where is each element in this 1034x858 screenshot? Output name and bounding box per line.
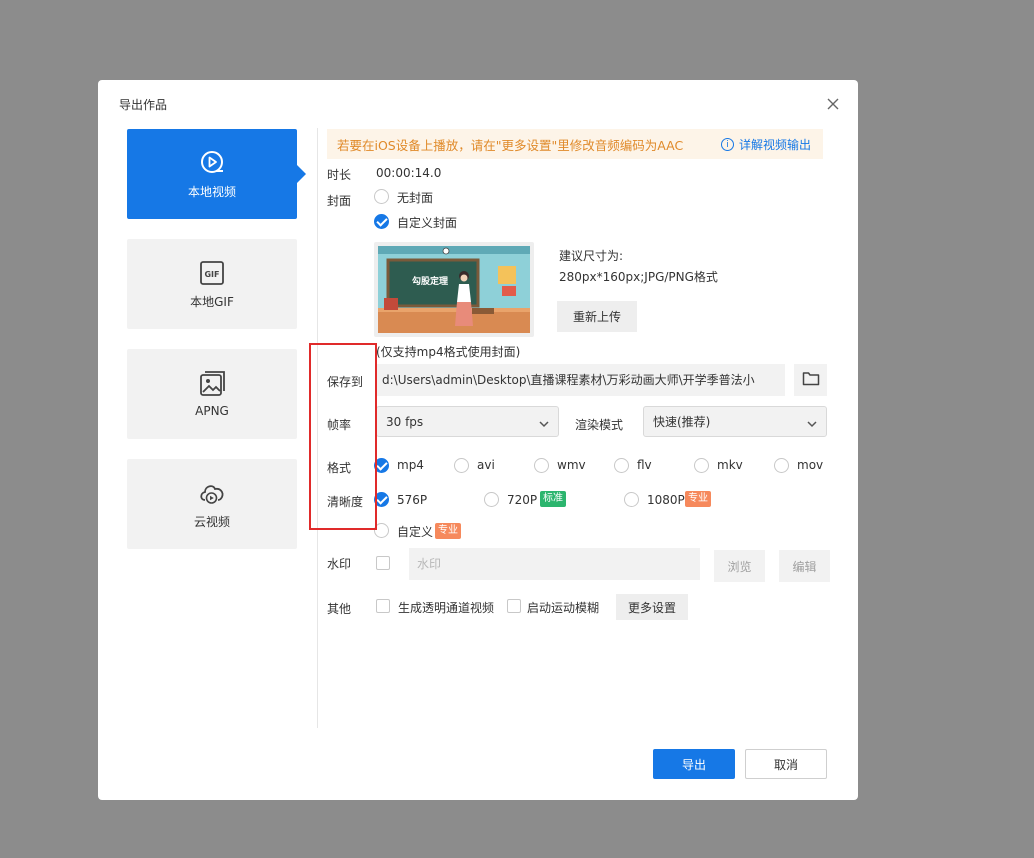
sidebar-item-local-video[interactable]: 本地视频 bbox=[127, 129, 306, 219]
framerate-value: 30 fps bbox=[386, 414, 424, 429]
format-mov-radio[interactable] bbox=[774, 458, 789, 473]
dialog-title: 导出作品 bbox=[119, 98, 168, 112]
browse-folder-button[interactable] bbox=[794, 364, 827, 396]
cloud-play-icon bbox=[198, 479, 226, 507]
transparent-channel-checkbox[interactable] bbox=[376, 599, 390, 613]
reupload-cover-button[interactable]: 重新上传 bbox=[557, 301, 637, 332]
format-avi-label: avi bbox=[477, 458, 495, 472]
resolution-1080p-label: 1080P bbox=[647, 493, 685, 507]
play-circle-icon bbox=[198, 149, 226, 177]
gif-icon: GIF bbox=[198, 259, 226, 287]
help-link-label: 详解视频输出 bbox=[738, 138, 811, 152]
close-icon[interactable] bbox=[826, 97, 840, 111]
ios-notice-banner: 若要在iOS设备上播放，请在"更多设置"里修改音频编码为AAC i 详解视频输出 bbox=[327, 129, 823, 159]
cover-preview[interactable]: 勾股定理 bbox=[374, 242, 534, 337]
duration-value: 00:00:14.0 bbox=[376, 166, 442, 180]
watermark-checkbox[interactable] bbox=[376, 556, 390, 570]
cover-size-hint-title: 建议尺寸为: bbox=[559, 249, 624, 263]
sidebar-item-label: APNG bbox=[195, 404, 229, 418]
pro-badge: 专业 bbox=[685, 491, 711, 507]
format-flv-label: flv bbox=[637, 458, 652, 472]
resolution-1080p-radio[interactable] bbox=[624, 492, 639, 507]
image-icon bbox=[198, 370, 226, 398]
chevron-down-icon bbox=[807, 417, 817, 431]
watermark-input[interactable]: 水印 bbox=[409, 548, 700, 580]
video-output-help-link[interactable]: i 详解视频输出 bbox=[720, 136, 811, 153]
highlight-annotation-box bbox=[309, 343, 377, 530]
watermark-edit-button[interactable]: 编辑 bbox=[779, 550, 830, 582]
other-label: 其他 bbox=[327, 602, 352, 616]
format-mov-label: mov bbox=[797, 458, 824, 472]
save-path-input[interactable]: d:\Users\admin\Desktop\直播课程素材\万彩动画大师\开学季… bbox=[376, 364, 785, 396]
resolution-custom-label: 自定义 bbox=[397, 525, 434, 539]
svg-text:勾股定理: 勾股定理 bbox=[412, 275, 448, 287]
format-avi-radio[interactable] bbox=[454, 458, 469, 473]
format-mkv-radio[interactable] bbox=[694, 458, 709, 473]
sidebar-item-apng[interactable]: APNG bbox=[127, 349, 297, 439]
export-dialog: 导出作品 本地视频 GIF 本地GIF APNG 云视频 若要在iOS设备上播放… bbox=[98, 80, 858, 800]
watermark-browse-button[interactable]: 浏览 bbox=[714, 550, 765, 582]
folder-icon bbox=[802, 371, 820, 389]
sidebar-item-local-gif[interactable]: GIF 本地GIF bbox=[127, 239, 297, 329]
export-button[interactable]: 导出 bbox=[653, 749, 735, 779]
format-wmv-label: wmv bbox=[557, 458, 586, 472]
render-mode-select[interactable]: 快速(推荐) bbox=[643, 406, 827, 437]
sidebar-item-label: 本地GIF bbox=[190, 294, 234, 309]
resolution-576p-label: 576P bbox=[397, 493, 428, 507]
cover-none-radio[interactable] bbox=[374, 189, 389, 204]
format-mkv-label: mkv bbox=[717, 458, 743, 472]
cover-format-note: (仅支持mp4格式使用封面) bbox=[376, 345, 521, 359]
watermark-label: 水印 bbox=[327, 557, 352, 571]
motion-blur-label: 启动运动模糊 bbox=[527, 601, 600, 615]
cover-label: 封面 bbox=[327, 194, 352, 208]
sidebar-item-label: 云视频 bbox=[193, 514, 230, 529]
format-flv-radio[interactable] bbox=[614, 458, 629, 473]
chevron-down-icon bbox=[539, 417, 549, 431]
cover-custom-label: 自定义封面 bbox=[397, 216, 458, 230]
render-mode-value: 快速(推荐) bbox=[653, 415, 711, 429]
standard-badge: 标准 bbox=[540, 491, 566, 507]
sidebar-item-cloud-video[interactable]: 云视频 bbox=[127, 459, 297, 549]
cover-image: 勾股定理 bbox=[378, 246, 530, 333]
cover-custom-radio[interactable] bbox=[374, 214, 389, 229]
resolution-720p-radio[interactable] bbox=[484, 492, 499, 507]
resolution-720p-label: 720P bbox=[507, 493, 538, 507]
render-mode-label: 渲染模式 bbox=[575, 418, 624, 432]
format-wmv-radio[interactable] bbox=[534, 458, 549, 473]
motion-blur-checkbox[interactable] bbox=[507, 599, 521, 613]
info-icon: i bbox=[720, 138, 734, 151]
sidebar-item-label: 本地视频 bbox=[187, 184, 236, 199]
cover-none-label: 无封面 bbox=[397, 191, 434, 205]
format-mp4-label: mp4 bbox=[397, 458, 424, 472]
cover-size-hint: 280px*160px;JPG/PNG格式 bbox=[559, 270, 718, 284]
notice-message: 若要在iOS设备上播放，请在"更多设置"里修改音频编码为AAC bbox=[337, 137, 684, 153]
svg-text:GIF: GIF bbox=[204, 270, 219, 279]
framerate-select[interactable]: 30 fps bbox=[376, 406, 559, 437]
duration-label: 时长 bbox=[327, 168, 352, 182]
transparent-channel-label: 生成透明通道视频 bbox=[398, 601, 495, 615]
pro-badge: 专业 bbox=[435, 523, 461, 539]
more-settings-button[interactable]: 更多设置 bbox=[616, 594, 688, 620]
cancel-button[interactable]: 取消 bbox=[745, 749, 827, 779]
